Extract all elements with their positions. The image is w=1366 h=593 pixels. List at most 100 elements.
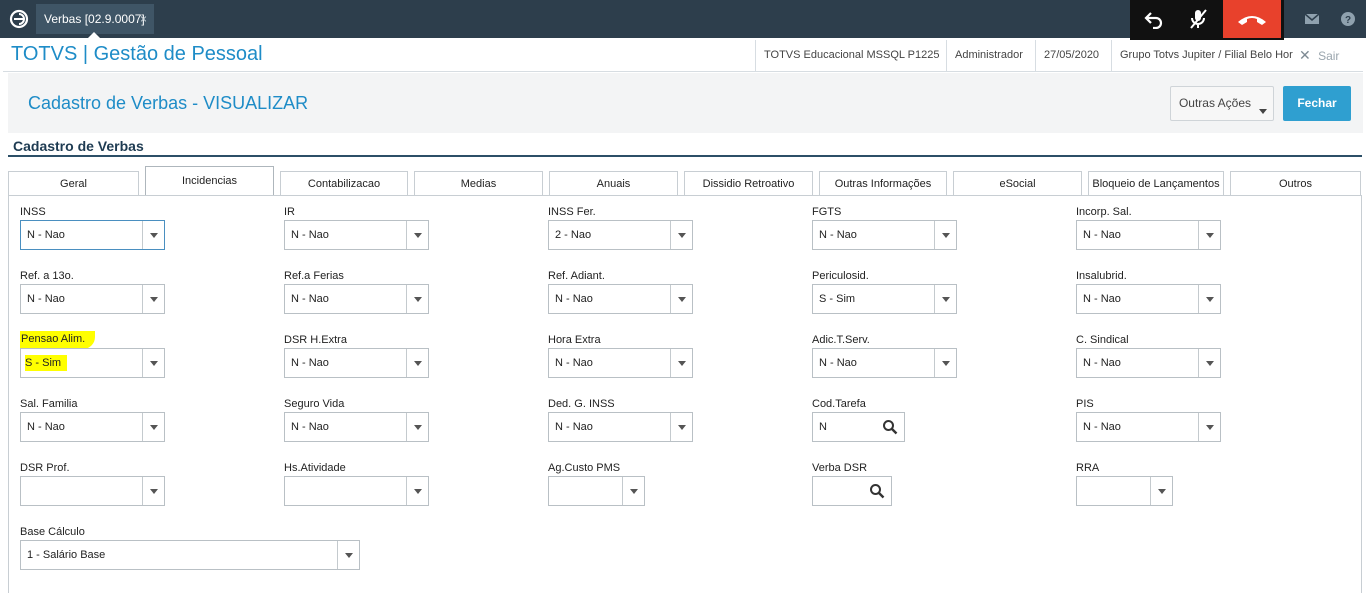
tab-dissidio-retroativo[interactable]: Dissidio Retroativo: [684, 171, 813, 196]
chevron-down-icon[interactable]: [1198, 413, 1220, 441]
tab-outros[interactable]: Outros: [1230, 171, 1361, 196]
exit-button[interactable]: ✕ Sair: [1299, 40, 1339, 71]
other-actions-button[interactable]: Outras Ações: [1170, 86, 1274, 121]
incorp-sal-value: N - Nao: [1083, 229, 1121, 241]
chevron-down-icon[interactable]: [142, 285, 164, 313]
pis-label: PIS: [1076, 398, 1094, 410]
tab-anuais[interactable]: Anuais: [549, 171, 678, 196]
inss-fer-select[interactable]: 2 - Nao: [548, 220, 693, 250]
tab-outras-informacoes[interactable]: Outras Informações: [819, 171, 947, 196]
base-calculo-select[interactable]: 1 - Salário Base: [20, 540, 360, 570]
tab-contabilizacao[interactable]: Contabilizacao: [280, 171, 408, 196]
chevron-down-icon[interactable]: [1150, 477, 1172, 505]
hs-atividade-select[interactable]: [284, 476, 429, 506]
fgts-select[interactable]: N - Nao: [812, 220, 957, 250]
chevron-down-icon[interactable]: [142, 349, 164, 377]
dsr-hextra-select[interactable]: N - Nao: [284, 348, 429, 378]
chevron-down-icon[interactable]: [1198, 221, 1220, 249]
sal-familia-select[interactable]: N - Nao: [20, 412, 165, 442]
adic-tserv-select[interactable]: N - Nao: [812, 348, 957, 378]
insalubrid-value: N - Nao: [1083, 293, 1121, 305]
end-call-button[interactable]: [1223, 0, 1281, 38]
field-inss: INSS N - Nao: [20, 205, 165, 250]
pensao-alim-select[interactable]: S - Sim: [20, 348, 165, 378]
seguro-vida-select[interactable]: N - Nao: [284, 412, 429, 442]
chevron-down-icon[interactable]: [142, 221, 164, 249]
close-button[interactable]: Fechar: [1283, 86, 1351, 121]
sal-familia-value: N - Nao: [27, 421, 65, 433]
chevron-down-icon[interactable]: [142, 477, 164, 505]
ir-select[interactable]: N - Nao: [284, 220, 429, 250]
chevron-down-icon[interactable]: [670, 349, 692, 377]
chevron-down-icon[interactable]: [337, 541, 359, 569]
page-title-area: Cadastro de Verbas - VISUALIZAR Outras A…: [8, 73, 1363, 133]
exit-label: Sair: [1318, 49, 1340, 63]
call-controls: [1130, 0, 1284, 40]
field-fgts: FGTS N - Nao: [812, 205, 957, 250]
tab-incidencias[interactable]: Incidencias: [145, 166, 274, 196]
search-icon[interactable]: [869, 483, 885, 499]
chevron-down-icon[interactable]: [142, 413, 164, 441]
chevron-down-icon[interactable]: [670, 285, 692, 313]
dsr-hextra-label: DSR H.Extra: [284, 334, 347, 346]
app-title: TOTVS | Gestão de Pessoal: [11, 43, 263, 65]
user-info: Administrador: [946, 40, 1031, 71]
chevron-down-icon[interactable]: [934, 285, 956, 313]
field-insalubrid: Insalubrid. N - Nao: [1076, 269, 1221, 314]
field-ref-13: Ref. a 13o. N - Nao: [20, 269, 165, 314]
adic-tserv-label: Adic.T.Serv.: [812, 334, 870, 346]
help-icon[interactable]: ?: [1330, 0, 1366, 38]
field-sal-familia: Sal. Familia N - Nao: [20, 397, 165, 442]
chevron-down-icon[interactable]: [406, 349, 428, 377]
mute-microphone-icon[interactable]: [1176, 0, 1220, 38]
field-c-sindical: C. Sindical N - Nao: [1076, 333, 1221, 378]
field-cod-tarefa: Cod.Tarefa N: [812, 397, 905, 442]
hora-extra-label: Hora Extra: [548, 334, 601, 346]
chevron-down-icon[interactable]: [622, 477, 644, 505]
field-rra: RRA: [1076, 461, 1173, 506]
search-icon[interactable]: [882, 419, 898, 435]
undo-icon[interactable]: [1132, 0, 1176, 38]
chevron-down-icon[interactable]: [406, 413, 428, 441]
verba-dsr-input[interactable]: [812, 476, 892, 506]
ref-13-select[interactable]: N - Nao: [20, 284, 165, 314]
periculosid-select[interactable]: S - Sim: [812, 284, 957, 314]
pis-select[interactable]: N - Nao: [1076, 412, 1221, 442]
chevron-down-icon[interactable]: [670, 221, 692, 249]
dsr-prof-select[interactable]: [20, 476, 165, 506]
fgts-value: N - Nao: [819, 229, 857, 241]
dsr-prof-label: DSR Prof.: [20, 462, 70, 474]
rra-select[interactable]: [1076, 476, 1173, 506]
ded-g-inss-label: Ded. G. INSS: [548, 398, 615, 410]
tab-geral[interactable]: Geral: [8, 171, 139, 196]
tab-bloqueio-lancamentos[interactable]: Bloqueio de Lançamentos: [1088, 171, 1224, 196]
field-verba-dsr: Verba DSR: [812, 461, 892, 506]
ref-adiant-select[interactable]: N - Nao: [548, 284, 693, 314]
ref-adiant-label: Ref. Adiant.: [548, 270, 605, 282]
incorp-sal-select[interactable]: N - Nao: [1076, 220, 1221, 250]
cod-tarefa-input[interactable]: N: [812, 412, 905, 442]
window-tab-verbas[interactable]: Verbas [02.9.0007] ×: [36, 4, 154, 38]
totvs-logo-icon[interactable]: [8, 8, 30, 30]
hora-extra-select[interactable]: N - Nao: [548, 348, 693, 378]
ref-ferias-select[interactable]: N - Nao: [284, 284, 429, 314]
field-pis: PIS N - Nao: [1076, 397, 1221, 442]
ded-g-inss-select[interactable]: N - Nao: [548, 412, 693, 442]
chevron-down-icon[interactable]: [406, 477, 428, 505]
chevron-down-icon[interactable]: [1198, 285, 1220, 313]
chevron-down-icon[interactable]: [934, 349, 956, 377]
chevron-down-icon[interactable]: [1198, 349, 1220, 377]
c-sindical-select[interactable]: N - Nao: [1076, 348, 1221, 378]
ag-custo-pms-select[interactable]: [548, 476, 645, 506]
mail-icon[interactable]: [1294, 0, 1330, 38]
insalubrid-select[interactable]: N - Nao: [1076, 284, 1221, 314]
chevron-down-icon[interactable]: [406, 221, 428, 249]
inss-select[interactable]: N - Nao: [20, 220, 165, 250]
tab-medias[interactable]: Medias: [414, 171, 543, 196]
close-icon[interactable]: ×: [140, 4, 147, 34]
incorp-sal-label: Incorp. Sal.: [1076, 206, 1132, 218]
chevron-down-icon[interactable]: [406, 285, 428, 313]
chevron-down-icon[interactable]: [934, 221, 956, 249]
chevron-down-icon[interactable]: [670, 413, 692, 441]
tab-esocial[interactable]: eSocial: [953, 171, 1082, 196]
